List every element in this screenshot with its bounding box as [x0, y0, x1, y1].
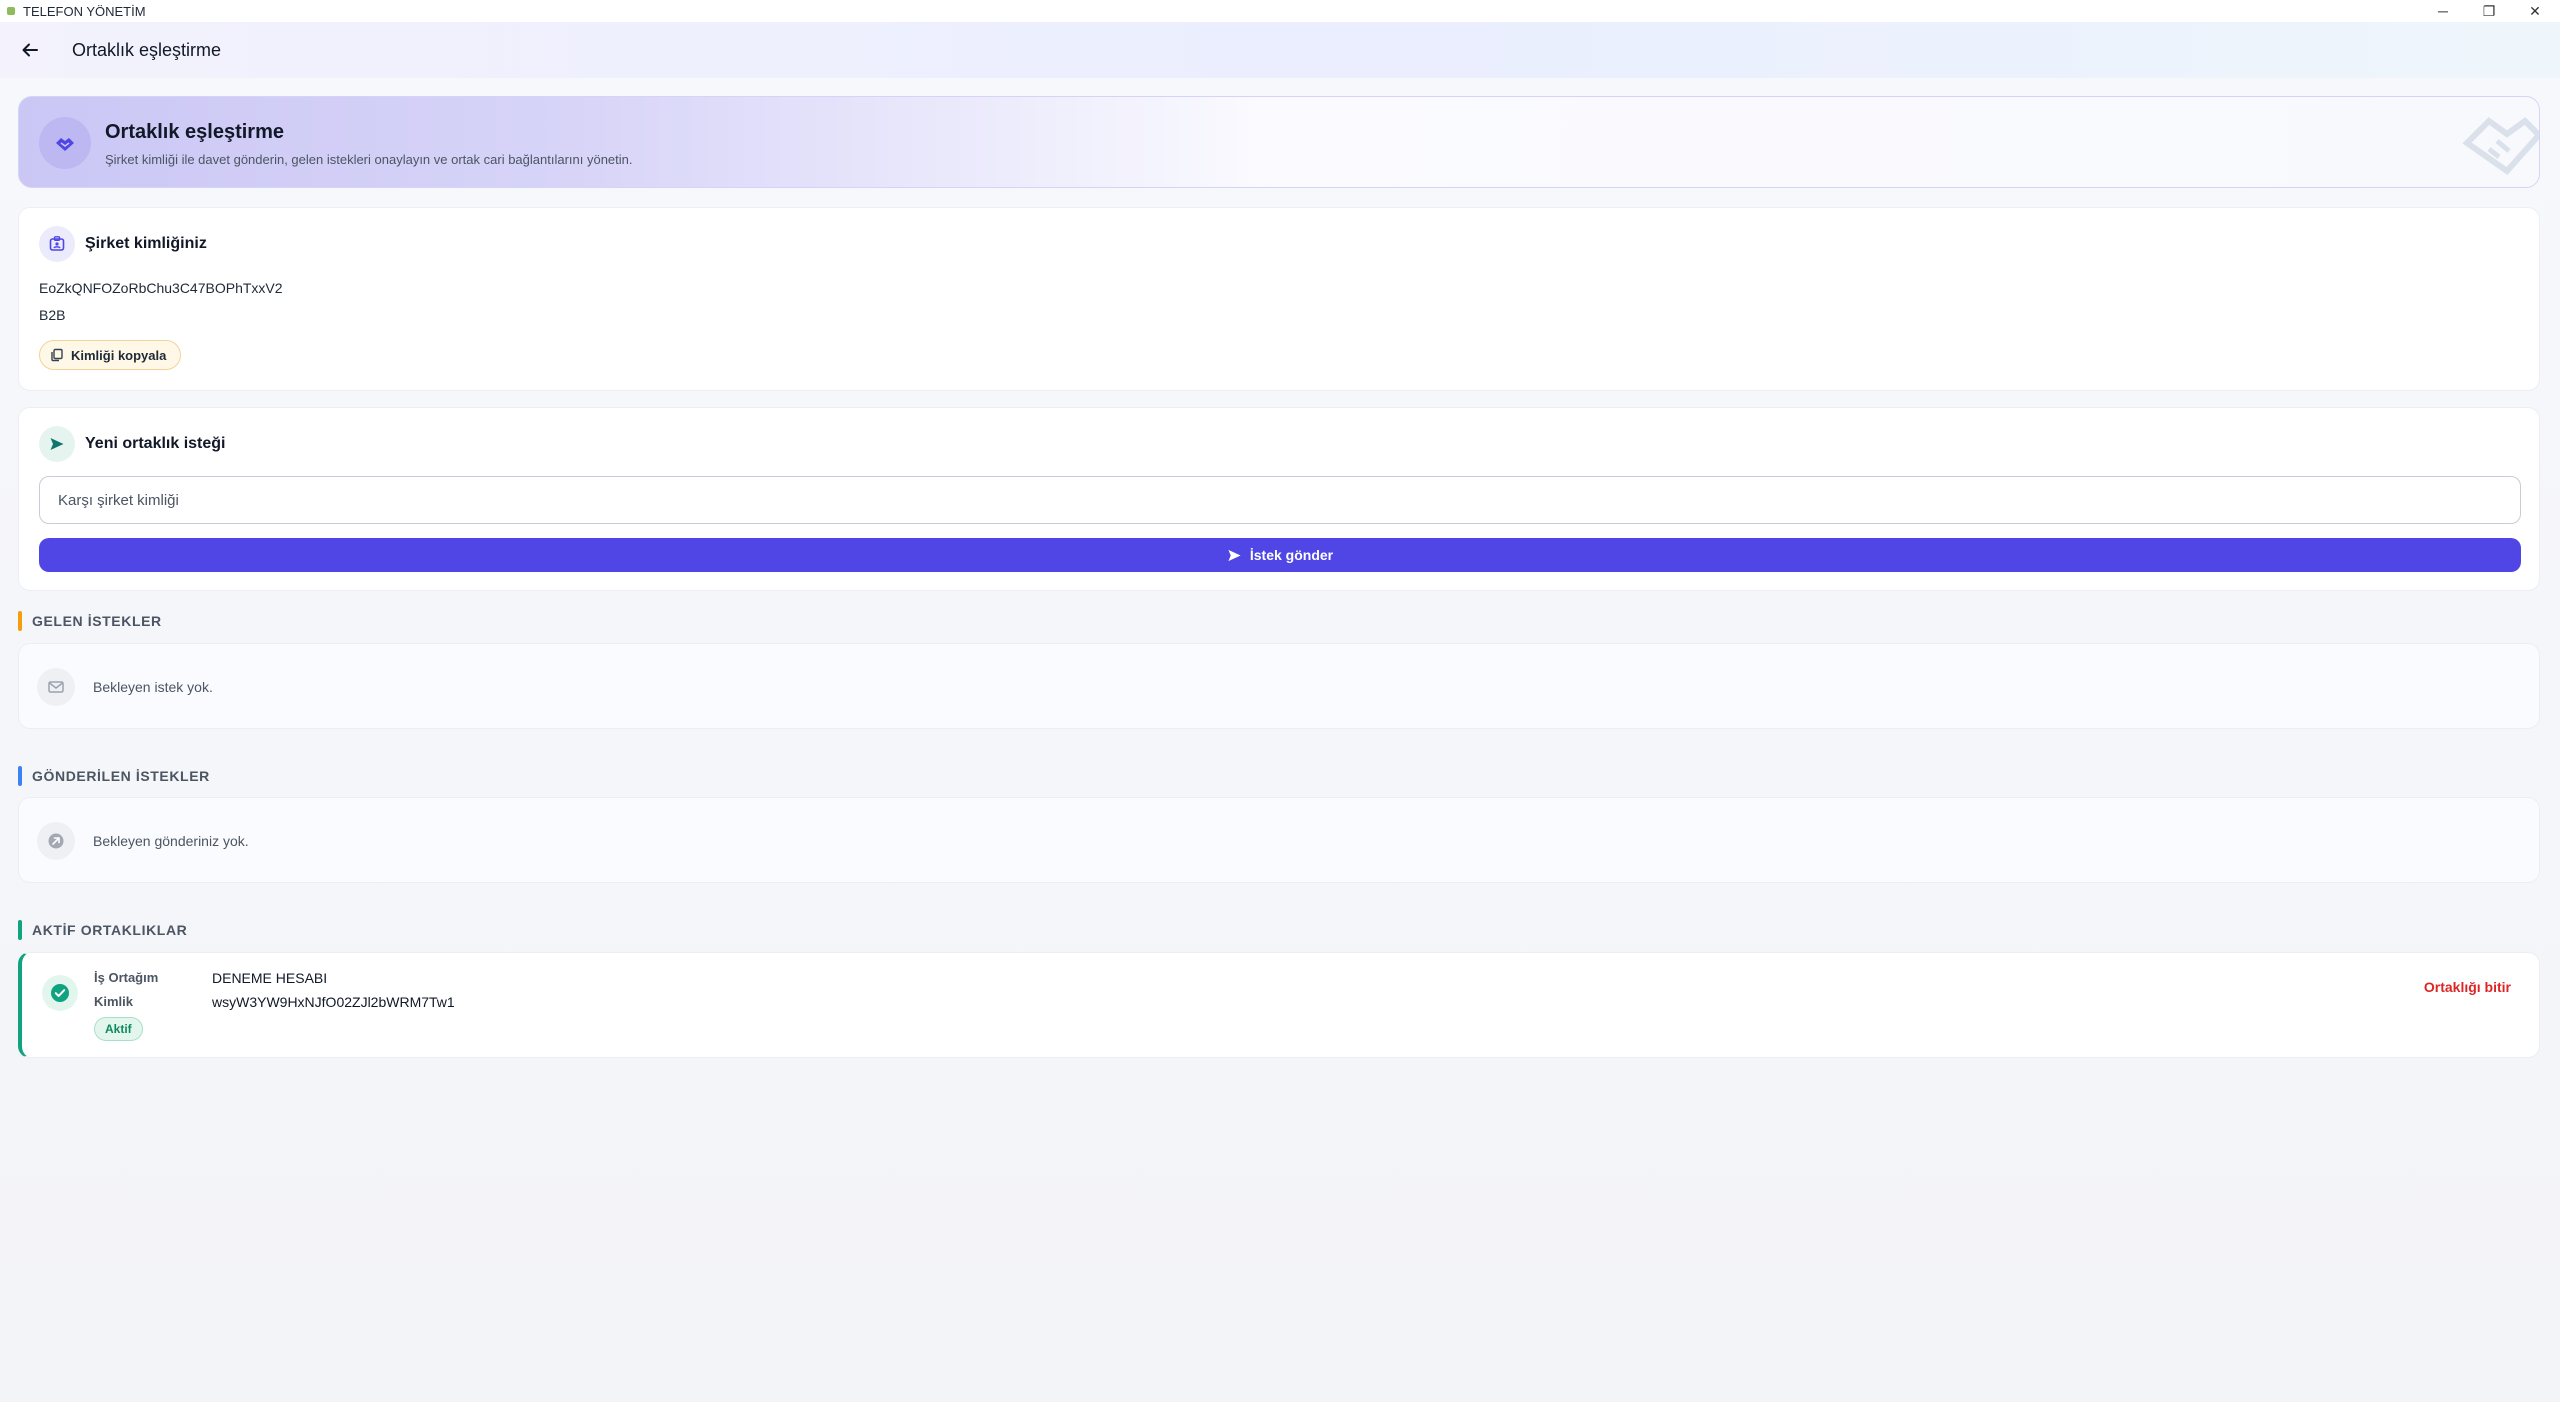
partner-id-value: wsyW3YW9HxNJfO02ZJl2bWRM7Tw1 — [212, 994, 455, 1010]
incoming-empty-text: Bekleyen istek yok. — [93, 679, 213, 695]
arrow-left-icon — [22, 43, 38, 57]
active-partnership-card: İş Ortağım DENEME HESABI Kimlik wsyW3YW9… — [18, 952, 2540, 1058]
partner-label: İş Ortağım — [94, 970, 159, 985]
company-id-title: Şirket kimliğiniz — [85, 235, 207, 252]
minimize-button[interactable]: ─ — [2420, 0, 2466, 22]
copy-id-button[interactable]: Kimliği kopyala — [39, 340, 182, 370]
new-request-title: Yeni ortaklık isteği — [85, 435, 226, 452]
active-section-bar — [18, 920, 22, 940]
page-title: Ortaklık eşleştirme — [72, 40, 222, 60]
id-badge-icon — [39, 226, 75, 262]
hero-banner: Ortaklık eşleştirme Şirket kimliği ile d… — [18, 96, 2540, 188]
close-window-button[interactable]: ✕ — [2512, 0, 2558, 22]
send-icon — [1228, 549, 1241, 561]
send-badge-icon — [39, 426, 75, 462]
incoming-empty-card: Bekleyen istek yok. — [18, 643, 2540, 729]
copy-id-label: Kimliği kopyala — [71, 347, 167, 363]
status-badge: Aktif — [94, 1017, 143, 1041]
sent-section-header: GÖNDERİLEN İSTEKLER — [18, 766, 210, 786]
partner-name: DENEME HESABI — [212, 970, 328, 986]
active-section-header: AKTİF ORTAKLIKLAR — [18, 920, 187, 940]
new-request-header: Yeni ortaklık isteği — [39, 426, 226, 462]
end-partnership-button[interactable]: Ortaklığı bitir — [2424, 979, 2511, 995]
company-type: B2B — [39, 307, 66, 323]
company-id-header: Şirket kimliğiniz — [39, 226, 207, 262]
send-request-button[interactable]: İstek gönder — [39, 538, 2521, 572]
check-circle-icon — [42, 975, 78, 1011]
hero-title: Ortaklık eşleştirme — [105, 121, 284, 143]
sent-section-bar — [18, 766, 22, 786]
handshake-watermark-icon — [2462, 117, 2539, 175]
incoming-section-bar — [18, 611, 22, 631]
app-icon — [7, 7, 15, 15]
company-id-card: Şirket kimliğiniz EoZkQNFOZoRbChu3C47BOP… — [18, 207, 2540, 391]
handshake-icon — [39, 117, 91, 169]
partner-id-label: Kimlik — [94, 994, 134, 1009]
active-section-label: AKTİF ORTAKLIKLAR — [32, 922, 188, 938]
mail-icon — [37, 668, 75, 706]
maximize-button[interactable]: ❐ — [2466, 0, 2512, 22]
copy-icon — [51, 348, 63, 362]
window-title: TELEFON YÖNETİM — [23, 3, 146, 19]
hero-subtitle: Şirket kimliği ile davet gönderin, gelen… — [105, 152, 633, 167]
incoming-section-label: GELEN İSTEKLER — [32, 613, 162, 629]
new-request-card: Yeni ortaklık isteği İstek gönder — [18, 407, 2540, 591]
back-button[interactable] — [16, 36, 44, 64]
company-id-value: EoZkQNFOZoRbChu3C47BOPhTxxV2 — [39, 280, 283, 296]
partner-company-id-input[interactable] — [39, 476, 2521, 524]
outgoing-icon — [37, 822, 75, 860]
sent-empty-text: Bekleyen gönderiniz yok. — [93, 833, 249, 849]
sent-section-label: GÖNDERİLEN İSTEKLER — [32, 768, 210, 784]
send-request-label: İstek gönder — [1249, 547, 1334, 563]
window-titlebar: TELEFON YÖNETİM ─ ❐ ✕ — [0, 0, 2560, 22]
app-bar: Ortaklık eşleştirme — [0, 22, 2560, 78]
incoming-section-header: GELEN İSTEKLER — [18, 611, 162, 631]
sent-empty-card: Bekleyen gönderiniz yok. — [18, 797, 2540, 883]
